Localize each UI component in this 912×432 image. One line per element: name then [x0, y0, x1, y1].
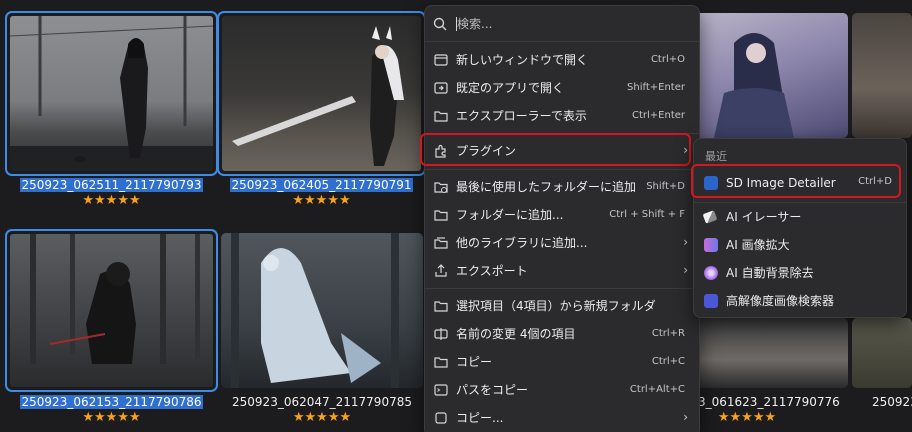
hires-search-icon	[704, 294, 718, 308]
menu-item-copy[interactable]: コピー Ctrl+C	[425, 348, 699, 376]
menu-item-rename[interactable]: 名前の変更 4個の項目 Ctrl+R	[425, 320, 699, 348]
menu-item-add-to-other-library[interactable]: 他のライブラリに追加... ›	[425, 229, 699, 257]
rating-stars[interactable]: ★★★★★	[219, 194, 424, 208]
menu-item-label: 既定のアプリで開く	[456, 81, 565, 95]
menu-item-copy-more[interactable]: コピー... ›	[425, 404, 699, 432]
new-folder-icon	[434, 301, 448, 312]
menu-item-shortcut: Ctrl+C	[651, 356, 685, 367]
menu-item-label: パスをコピー	[456, 383, 529, 397]
chevron-right-icon: ›	[683, 410, 688, 424]
submenu-item-hires-search[interactable]: 高解像度画像検索器	[694, 288, 906, 314]
menu-item-label: フォルダーに追加...	[456, 208, 564, 222]
context-menu: 検索... 新しいウィンドウで開く Ctrl+O 既定のアプリで開く Shift…	[424, 5, 700, 432]
thumbnail[interactable]	[694, 13, 848, 138]
submenu-header: 最近	[705, 150, 727, 163]
copy-path-icon	[434, 384, 448, 396]
thumbnail[interactable]	[694, 318, 848, 388]
rating-stars[interactable]: ★★★★★	[7, 194, 216, 208]
thumbnail[interactable]	[852, 318, 912, 388]
menu-item-add-to-folder[interactable]: フォルダーに追加... Ctrl + Shift + F	[425, 201, 699, 229]
menu-item-shortcut: Ctrl+O	[650, 54, 685, 65]
highlight-box	[691, 164, 901, 198]
menu-item-new-window[interactable]: 新しいウィンドウで開く Ctrl+O	[425, 46, 699, 74]
menu-item-shortcut: Shift+Enter	[627, 82, 685, 93]
menu-item-label: エクスプローラーで表示	[456, 109, 587, 123]
rating-stars[interactable]: ★★★★★	[694, 411, 800, 425]
menu-item-shortcut: Shift+D	[646, 181, 685, 192]
copy-more-icon	[435, 412, 447, 424]
export-icon	[435, 264, 447, 277]
thumbnail-image	[852, 318, 912, 388]
thumbnail-filename: 250923_062047_2117790785	[232, 395, 412, 409]
new-window-icon	[434, 54, 448, 66]
thumbnail-image	[221, 233, 423, 388]
add-folder-icon	[434, 210, 448, 221]
search-icon	[433, 17, 447, 31]
thumbnail[interactable]	[221, 233, 423, 388]
open-app-icon	[434, 82, 448, 94]
recent-folder-icon	[434, 182, 448, 193]
menu-item-export[interactable]: エクスポート ›	[425, 257, 699, 285]
thumbnail-filename: 250923_062405_2117790791	[229, 178, 414, 192]
thumbnail-image	[694, 318, 848, 388]
menu-item-label: 他のライブラリに追加...	[456, 236, 588, 250]
search-placeholder: 検索...	[457, 17, 493, 31]
copy-icon	[434, 357, 448, 368]
chevron-right-icon: ›	[683, 235, 688, 249]
eraser-icon	[702, 210, 718, 224]
thumbnail-filename: 3_061623_2117790776	[698, 395, 840, 409]
menu-item-open-default-app[interactable]: 既定のアプリで開く Shift+Enter	[425, 74, 699, 102]
menu-item-label: 名前の変更 4個の項目	[456, 327, 576, 341]
thumbnail-image	[222, 16, 421, 171]
chevron-right-icon: ›	[683, 263, 688, 277]
menu-search[interactable]: 検索...	[425, 6, 699, 42]
thumbnail-image	[694, 13, 848, 138]
thumbnail[interactable]	[852, 13, 912, 138]
menu-item-shortcut: Ctrl+R	[651, 328, 685, 339]
submenu-item-label: AI 自動背景除去	[726, 266, 814, 280]
submenu-item-ai-upscale[interactable]: AI 画像拡大	[694, 232, 906, 258]
menu-item-add-to-recent-folder[interactable]: 最後に使用したフォルダーに追加 Shift+D	[425, 173, 699, 201]
menu-divider	[425, 169, 699, 170]
menu-item-label: コピー...	[456, 411, 504, 425]
menu-item-label: 新しいウィンドウで開く	[456, 53, 589, 67]
rating-stars[interactable]: ★★★★★	[221, 411, 423, 425]
menu-item-new-folder-from-selection[interactable]: 選択項目（4項目）から新規フォルダ	[425, 292, 699, 320]
rename-icon	[434, 328, 448, 340]
library-icon	[434, 237, 448, 249]
menu-item-shortcut: Ctrl+Enter	[631, 110, 685, 121]
menu-item-label: エクスポート	[456, 264, 528, 278]
highlight-box	[420, 133, 691, 166]
thumbnail-image	[10, 16, 213, 171]
explorer-icon	[434, 111, 448, 122]
bg-remove-icon	[704, 266, 718, 280]
menu-divider	[425, 288, 699, 289]
upscale-icon	[704, 238, 718, 252]
menu-item-copy-path[interactable]: パスをコピー Ctrl+Alt+C	[425, 376, 699, 404]
menu-item-shortcut: Ctrl+Alt+C	[629, 384, 685, 395]
submenu-item-label: AI 画像拡大	[726, 238, 790, 252]
submenu-item-ai-eraser[interactable]: AI イレーサー	[694, 204, 906, 230]
thumbnail-filename: 250923_062511_2117790793	[19, 178, 204, 192]
thumbnail[interactable]	[217, 11, 426, 176]
menu-item-label: 最後に使用したフォルダーに追加	[456, 180, 637, 194]
menu-item-label: コピー	[456, 355, 493, 369]
submenu-item-ai-bg-remove[interactable]: AI 自動背景除去	[694, 260, 906, 286]
submenu-item-label: AI イレーサー	[726, 210, 802, 224]
menu-item-label: 選択項目（4項目）から新規フォルダ	[456, 299, 656, 313]
thumbnail-image	[852, 13, 912, 138]
thumbnail[interactable]	[5, 229, 218, 392]
submenu-divider	[694, 202, 906, 203]
thumbnail-filename: 250923	[872, 395, 912, 409]
rating-stars[interactable]: ★★★★★	[7, 411, 216, 425]
submenu-item-label: 高解像度画像検索器	[726, 294, 835, 308]
thumbnail-image	[10, 234, 213, 387]
thumbnail[interactable]	[5, 11, 218, 176]
menu-item-show-in-explorer[interactable]: エクスプローラーで表示 Ctrl+Enter	[425, 102, 699, 130]
thumbnail-filename: 250923_062153_2117790786	[19, 395, 204, 409]
menu-item-shortcut: Ctrl + Shift + F	[609, 209, 685, 220]
